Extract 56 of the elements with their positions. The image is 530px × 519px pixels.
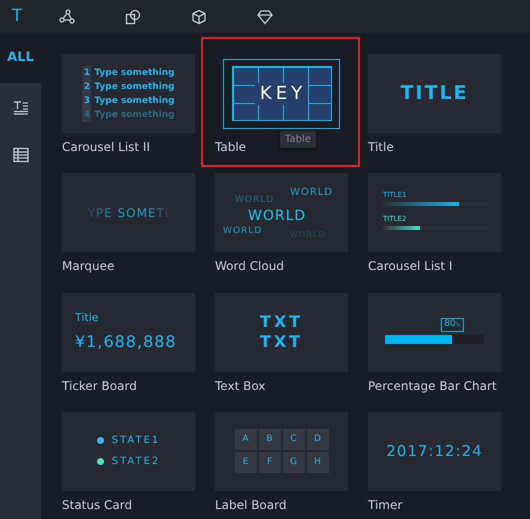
component-label: Carousel List II [62, 140, 150, 155]
status-label: STATE2 [112, 455, 160, 470]
ticker-title: Title [75, 310, 99, 326]
status-preview[interactable]: STATE1 STATE2 [62, 412, 195, 491]
word: WORLD [235, 196, 274, 206]
text-list-icon [12, 99, 28, 115]
timer-text: 2017:12:24 [386, 441, 483, 462]
label-tile: E [234, 452, 256, 474]
tooltip: Table [280, 131, 316, 148]
component-label: Carousel List I [368, 259, 452, 274]
text-line: TXT [260, 312, 304, 332]
selection-frame[interactable]: KEY Table Table [203, 39, 358, 166]
status-label: STATE1 [112, 434, 160, 448]
title-text: TITLE [400, 81, 469, 106]
text-tab[interactable]: T [0, 0, 34, 33]
label-tile: F [258, 452, 280, 474]
shapes-icon [125, 8, 141, 24]
cube-icon [191, 8, 207, 24]
word: WORLD [248, 209, 306, 224]
text-box-preview[interactable]: TXT TXT [215, 292, 348, 372]
label-tile: G [282, 452, 304, 474]
title-preview[interactable]: TITLE [368, 54, 501, 133]
label-board-preview[interactable]: A B C D E F G H [215, 412, 348, 491]
diamond-icon [257, 8, 273, 24]
label-tile: B [258, 429, 280, 450]
list-item: 2 Type something [82, 80, 175, 94]
component-label: Marquee [62, 259, 114, 274]
list-item: 4 Type something [82, 108, 175, 122]
label-tile: H [306, 452, 328, 474]
label-tile: A [234, 429, 256, 450]
component-label: Table [215, 140, 246, 155]
carousel-list-preview[interactable]: 1 Type something 2 Type something 3 Type something 4 Type something [62, 54, 195, 133]
list-item: 3 Type something [82, 94, 175, 108]
key-text: KEY [254, 82, 308, 104]
text-line: TXT [260, 332, 304, 352]
word: WORLD [290, 188, 333, 198]
component-label: Title [368, 140, 394, 155]
ticker-value: ¥1,688,888 [75, 331, 177, 354]
marquee-preview[interactable]: YPE SOMETI [62, 173, 195, 252]
list-item: 1 Type something [82, 66, 175, 80]
component-label: Label Board [215, 498, 286, 513]
label-tile: D [306, 429, 328, 450]
component-label: Word Cloud [215, 259, 284, 274]
label-tile: C [282, 429, 304, 450]
component-label: Timer [368, 498, 402, 513]
table-preview[interactable]: KEY [215, 54, 348, 133]
timer-preview[interactable]: 2017:12:24 [368, 412, 501, 491]
ticker-preview[interactable]: Title ¥1,688,888 [62, 292, 195, 372]
table-icon [12, 147, 28, 163]
component-label: Ticker Board [62, 378, 137, 394]
node-graph-icon [59, 8, 75, 24]
component-label: Text Box [215, 378, 266, 394]
component-label: Status Card [62, 498, 132, 513]
word: WORLD [223, 227, 262, 236]
component-label: Percentage Bar Chart [368, 378, 497, 394]
sidebar-item[interactable]: ALL [0, 33, 41, 83]
